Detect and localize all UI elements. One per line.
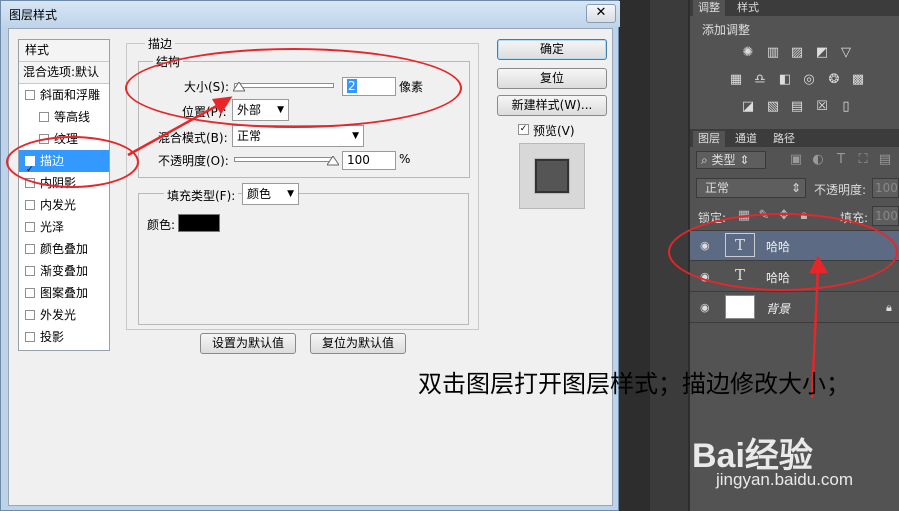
- arrowhead: [211, 96, 233, 115]
- annotation-text: 双击图层打开图层样式；描边修改大小；: [418, 370, 850, 398]
- arrow-line: [127, 101, 223, 157]
- baidu-url: jingyan.baidu.com: [716, 470, 854, 489]
- arrowhead: [808, 255, 829, 274]
